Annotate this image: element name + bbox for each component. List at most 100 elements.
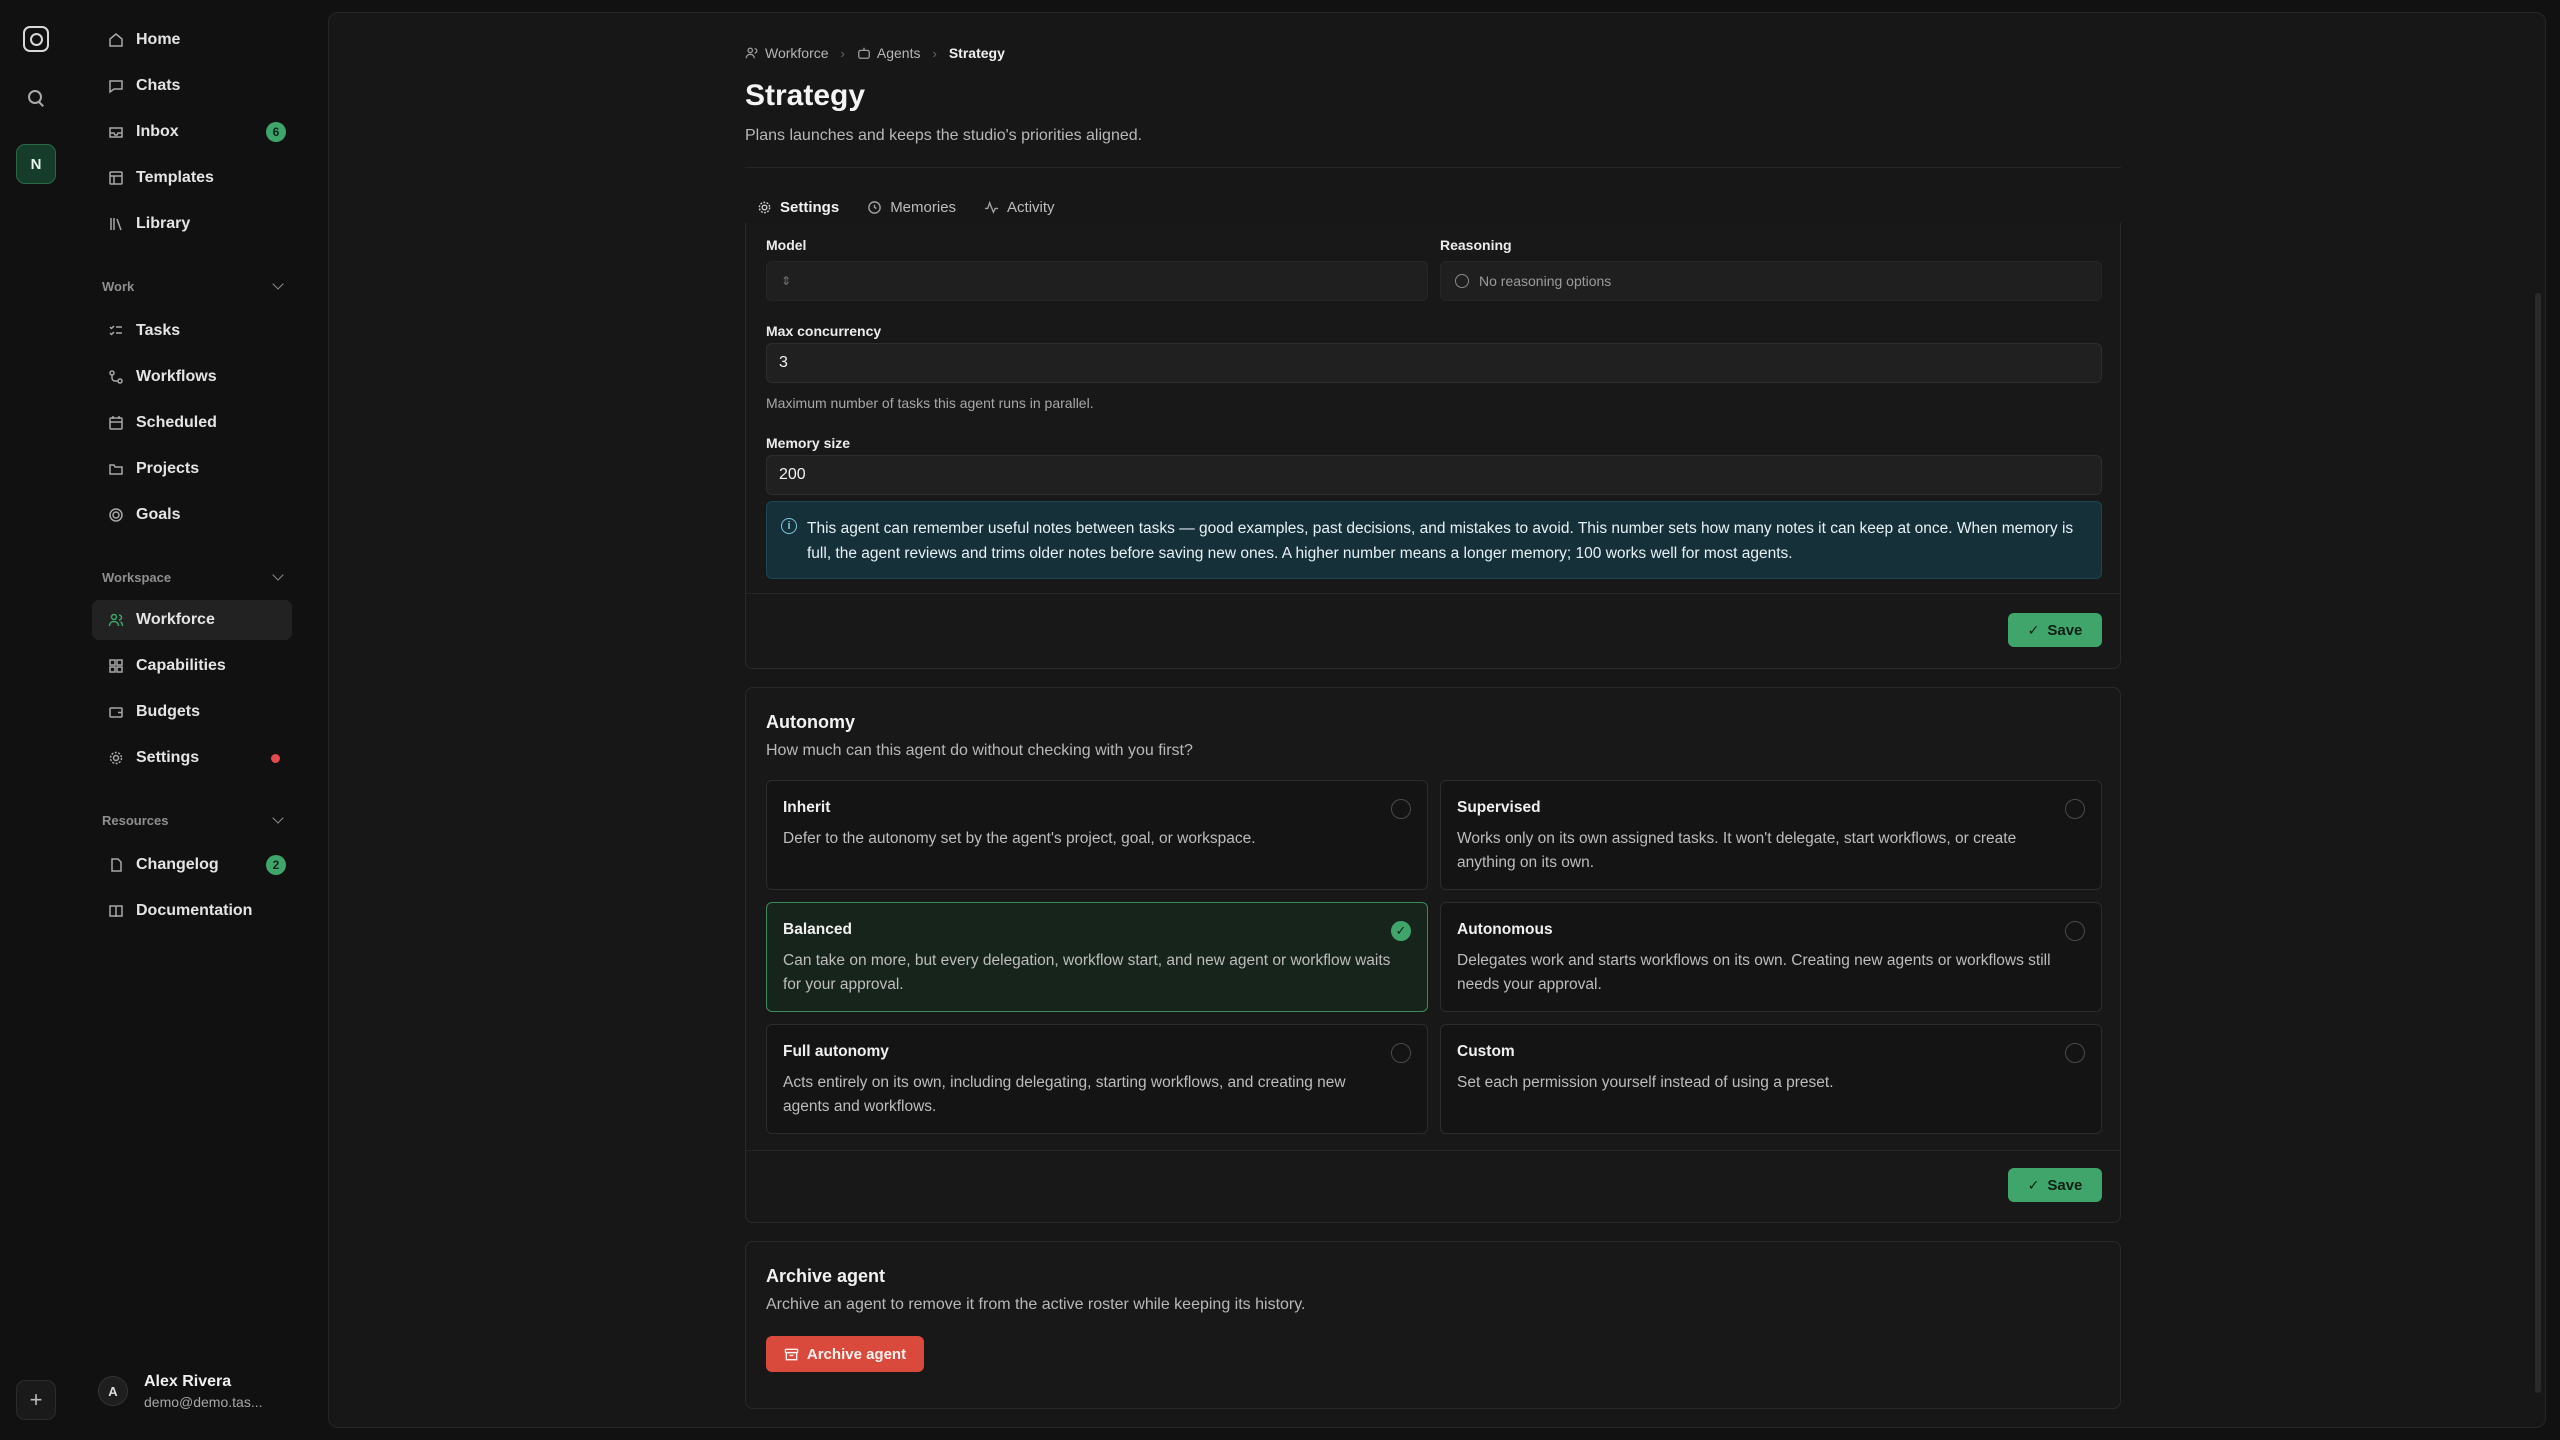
concurrency-input[interactable]: 3 <box>766 343 2102 383</box>
check-icon: ✓ <box>2027 1176 2040 1193</box>
autonomy-title: Autonomy <box>766 712 855 732</box>
section-workspace-toggle[interactable]: Workspace <box>102 565 286 589</box>
sidebar-item-label: Projects <box>136 460 200 477</box>
breadcrumb-agents[interactable]: Agents <box>857 45 921 61</box>
option-description: Defer to the autonomy set by the agent's… <box>783 830 1256 847</box>
chevron-right-icon: › <box>932 45 937 61</box>
breadcrumb-label: Agents <box>876 45 921 61</box>
sidebar-item-home[interactable]: Home <box>92 20 292 60</box>
sidebar-item-inbox[interactable]: Inbox 6 <box>92 112 292 152</box>
autonomy-option-full[interactable]: Full autonomy Acts entirely on its own, … <box>766 1024 1428 1134</box>
page-subtitle: Plans launches and keeps the studio's pr… <box>745 127 1143 144</box>
save-autonomy-button[interactable]: ✓ Save <box>2008 1168 2102 1202</box>
memory-icon <box>867 200 882 215</box>
info-icon: i <box>781 518 797 534</box>
sidebar-item-goals[interactable]: Goals <box>92 495 292 535</box>
changelog-count-badge: 2 <box>266 855 286 875</box>
sidebar-item-label: Workforce <box>136 611 215 628</box>
option-description: Works only on its own assigned tasks. It… <box>1457 830 2017 871</box>
app-logo-icon[interactable] <box>23 26 49 52</box>
sidebar-item-templates[interactable]: Templates <box>92 158 292 198</box>
autonomy-option-supervised[interactable]: Supervised Works only on its own assigne… <box>1440 780 2102 890</box>
reasoning-value: No reasoning options <box>1479 273 1612 289</box>
archive-description: Archive an agent to remove it from the a… <box>766 1296 1306 1313</box>
sidebar-item-tasks[interactable]: Tasks <box>92 311 292 351</box>
radio-button[interactable] <box>2065 921 2085 941</box>
file-icon <box>106 855 126 875</box>
scrollbar[interactable] <box>2535 293 2541 1393</box>
sidebar-item-label: Templates <box>136 169 214 186</box>
reasoning-select[interactable]: No reasoning options <box>1440 261 2102 301</box>
home-icon <box>106 30 126 50</box>
section-work-toggle[interactable]: Work <box>102 274 286 298</box>
sidebar-item-scheduled[interactable]: Scheduled <box>92 403 292 443</box>
chevron-right-icon: › <box>840 45 845 61</box>
model-select[interactable]: ⇕ <box>766 261 1428 301</box>
divider <box>746 593 2120 594</box>
breadcrumb-workforce[interactable]: Workforce <box>745 45 829 61</box>
autonomy-description: How much can this agent do without check… <box>766 742 1193 759</box>
autonomy-option-custom[interactable]: Custom Set each permission yourself inst… <box>1440 1024 2102 1134</box>
autonomy-option-inherit[interactable]: Inherit Defer to the autonomy set by the… <box>766 780 1428 890</box>
sidebar-item-chats[interactable]: Chats <box>92 66 292 106</box>
option-description: Acts entirely on its own, including dele… <box>783 1074 1346 1115</box>
sidebar-item-projects[interactable]: Projects <box>92 449 292 489</box>
check-icon: ✓ <box>2027 621 2040 638</box>
autonomy-option-balanced[interactable]: Balanced Can take on more, but every del… <box>766 902 1428 1012</box>
app-rail: N <box>0 0 72 1440</box>
option-title: Balanced <box>783 921 852 938</box>
concurrency-label: Max concurrency <box>766 323 882 339</box>
add-workspace-button[interactable]: + <box>16 1380 56 1420</box>
archive-card: Archive agent Archive an agent to remove… <box>745 1241 2121 1409</box>
breadcrumb-label: Workforce <box>765 45 829 61</box>
sidebar-item-label: Inbox <box>136 123 179 140</box>
sidebar-item-settings[interactable]: Settings <box>92 738 292 778</box>
gear-icon <box>757 200 772 215</box>
sidebar-item-changelog[interactable]: Changelog 2 <box>92 845 292 885</box>
radio-checked-icon[interactable]: ✓ <box>1391 921 1411 941</box>
chevron-updown-icon: ⇕ <box>781 274 792 288</box>
sidebar-item-capabilities[interactable]: Capabilities <box>92 646 292 686</box>
section-title: Resources <box>102 812 169 828</box>
calendar-icon <box>106 413 126 433</box>
sidebar-item-documentation[interactable]: Documentation <box>92 891 292 931</box>
gear-icon <box>106 748 126 768</box>
radio-button[interactable] <box>1391 799 1411 819</box>
chevron-down-icon <box>272 278 284 290</box>
section-title: Workspace <box>102 569 172 585</box>
sidebar-item-workflows[interactable]: Workflows <box>92 357 292 397</box>
memory-size-input[interactable]: 200 <box>766 455 2102 495</box>
wallet-icon <box>106 702 126 722</box>
avatar: A <box>98 1376 128 1406</box>
sidebar-item-label: Chats <box>136 77 181 94</box>
reasoning-label: Reasoning <box>1440 237 1512 253</box>
sidebar-item-library[interactable]: Library <box>92 204 292 244</box>
concurrency-help: Maximum number of tasks this agent runs … <box>766 395 1094 411</box>
autonomy-option-autonomous[interactable]: Autonomous Delegates work and starts wor… <box>1440 902 2102 1012</box>
sidebar-item-label: Changelog <box>136 856 219 873</box>
sidebar-item-workforce[interactable]: Workforce <box>92 600 292 640</box>
radio-button[interactable] <box>2065 799 2085 819</box>
disabled-circle-icon <box>1455 274 1469 288</box>
tab-label: Settings <box>780 198 840 216</box>
sidebar-item-label: Capabilities <box>136 657 226 674</box>
archive-agent-button[interactable]: Archive agent <box>766 1336 924 1372</box>
sidebar-item-budgets[interactable]: Budgets <box>92 692 292 732</box>
sidebar-item-label: Library <box>136 215 191 232</box>
library-icon <box>106 214 126 234</box>
radio-button[interactable] <box>2065 1043 2085 1063</box>
sidebar-item-label: Documentation <box>136 902 253 919</box>
workspace-switcher[interactable]: N <box>16 144 56 184</box>
autonomy-card: Autonomy How much can this agent do with… <box>745 687 2121 1223</box>
radio-button[interactable] <box>1391 1043 1411 1063</box>
model-settings-card: Model ⇕ Reasoning No reasoning options M… <box>745 223 2121 669</box>
folder-icon <box>106 459 126 479</box>
templates-icon <box>106 168 126 188</box>
save-settings-button[interactable]: ✓ Save <box>2008 613 2102 647</box>
search-icon[interactable] <box>26 88 46 108</box>
breadcrumb: Workforce › Agents › Strategy <box>745 45 1005 61</box>
sidebar-item-label: Workflows <box>136 368 217 385</box>
target-icon <box>106 505 126 525</box>
section-resources-toggle[interactable]: Resources <box>102 808 286 832</box>
workflows-icon <box>106 367 126 387</box>
